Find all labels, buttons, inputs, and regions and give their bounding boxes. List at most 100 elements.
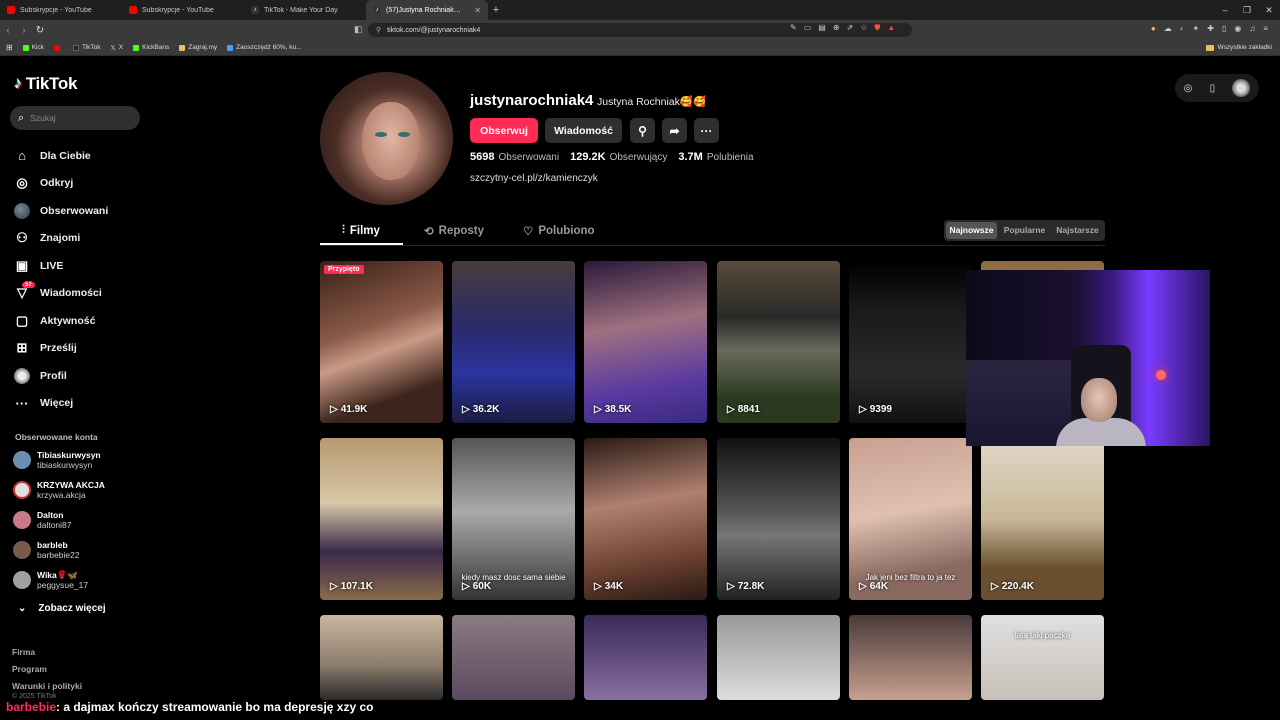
video-thumbnail[interactable]: ▷ 36.2K — [452, 261, 575, 423]
extension-icon[interactable]: ● — [1151, 24, 1156, 33]
bio-link[interactable]: szczytny-cel.pl/z/kamienczyk — [470, 173, 598, 184]
tab-reposts[interactable]: ⟲ Reposty — [424, 224, 484, 238]
sidebar-item-profile[interactable]: Profil — [14, 362, 108, 390]
bookmark-item[interactable]: KickBans — [133, 44, 169, 51]
sidebar-item-for-you[interactable]: ⌂ Dla Ciebie — [14, 142, 108, 170]
sidebar-item-messages[interactable]: ▽ 57 Wiadomości — [14, 280, 108, 308]
zoom-icon[interactable]: ⊕ — [833, 23, 840, 33]
compass-icon: ◎ — [16, 175, 28, 191]
tiktok-logo[interactable]: ♪ TikTok — [14, 74, 77, 94]
stat-followers[interactable]: 129.2K Obserwujący — [570, 151, 667, 163]
followed-account[interactable]: KRZYWA AKCJA krzywa.akcja — [13, 480, 105, 500]
video-thumbnail[interactable]: ▷ 8841 — [717, 261, 840, 423]
video-thumbnail[interactable]: ▷ 34K — [584, 438, 707, 600]
reader-icon[interactable]: ▤ — [818, 23, 826, 33]
phone-icon[interactable]: ▯ — [1210, 83, 1216, 94]
sidebar-item-explore[interactable]: ◎ Odkryj — [14, 170, 108, 198]
footer-link[interactable]: Program — [12, 661, 82, 678]
site-info-icon[interactable]: ⚲ — [376, 26, 381, 34]
video-thumbnail[interactable] — [717, 615, 840, 700]
rewards-icon[interactable]: ▲ — [887, 23, 895, 33]
video-thumbnail[interactable] — [320, 615, 443, 700]
stat-likes: 3.7M Polubienia — [678, 151, 754, 163]
add-friend-button[interactable]: ⚲ — [630, 118, 655, 143]
sort-oldest[interactable]: Najstarsze — [1052, 222, 1103, 239]
new-tab-button[interactable]: + — [488, 4, 504, 16]
sort-selector: Najnowsze Popularne Najstarsze — [944, 220, 1105, 241]
extension-icon[interactable]: ☁ — [1164, 24, 1172, 33]
minimize-icon[interactable]: – — [1214, 0, 1236, 20]
followed-account[interactable]: Dalton daltoni87 — [13, 510, 72, 530]
more-options-button[interactable]: ··· — [694, 118, 719, 143]
video-thumbnail[interactable]: ▷ 72.8K — [717, 438, 840, 600]
profile-icon[interactable]: ◉ — [1234, 24, 1241, 33]
menu-icon[interactable]: ≡ — [1263, 24, 1268, 33]
video-thumbnail[interactable] — [849, 615, 972, 700]
browser-tab[interactable]: Subskrypcje - YouTube — [0, 0, 122, 20]
video-thumbnail[interactable]: ▷ 220.4K — [981, 438, 1104, 600]
sidebar-item-following[interactable]: Obserwowani — [14, 197, 108, 225]
browser-tab-active[interactable]: ♪ (57)Justyna Rochniak🥰🥰 (@ju ✕ — [366, 0, 488, 20]
video-thumbnail[interactable]: ▷ 107.1K — [320, 438, 443, 600]
browser-tab-title: (57)Justyna Rochniak🥰🥰 (@ju — [386, 7, 470, 14]
bookmark-item[interactable]: 𝕏X — [111, 44, 124, 52]
see-more-button[interactable]: ⌄ Zobacz więcej — [18, 603, 106, 614]
tab-videos[interactable]: ⫶ Filmy — [342, 224, 380, 237]
stat-following[interactable]: 5698 Obserwowani — [470, 151, 559, 163]
user-avatar[interactable] — [1232, 79, 1251, 97]
share-icon[interactable]: ⇗ — [847, 23, 854, 33]
sidebar-item-more[interactable]: ··· Więcej — [14, 390, 108, 418]
back-icon[interactable]: ‹ — [0, 25, 16, 36]
sidebar-item-live[interactable]: ▣ LIVE — [14, 252, 108, 280]
video-thumbnail[interactable] — [584, 615, 707, 700]
all-bookmarks-button[interactable]: Wszystkie zakładki — [1206, 44, 1272, 51]
brave-shield-icon[interactable]: ⛊ — [874, 23, 880, 33]
sidebar-item-upload[interactable]: ⊞ Prześlij — [14, 335, 108, 363]
apps-grid-icon[interactable]: ⊞ — [6, 43, 13, 52]
reload-icon[interactable]: ↻ — [32, 25, 48, 36]
video-thumbnail[interactable] — [452, 615, 575, 700]
video-thumbnail[interactable]: ▷ 38.5K — [584, 261, 707, 423]
music-icon[interactable]: ♫ — [1249, 24, 1255, 33]
translate-icon[interactable]: ✎ — [790, 23, 797, 33]
tab-liked[interactable]: ♡ Polubiono — [523, 224, 595, 238]
follow-button[interactable]: Obserwuj — [470, 118, 538, 143]
followed-account[interactable]: Tibiaskurwysyn tibiaskurwysyn — [13, 450, 101, 470]
followed-account[interactable]: Wika🌹🦋 peggysue_17 — [13, 570, 88, 590]
avatar — [13, 511, 31, 529]
bookmark-item[interactable]: TikTok — [72, 44, 101, 51]
video-thumbnail[interactable]: Przypięto ▷ 41.9K — [320, 261, 443, 423]
restore-icon[interactable]: ❐ — [1236, 0, 1258, 20]
extension-icon[interactable]: ◐ — [1180, 24, 1185, 33]
compass-icon[interactable]: ◎ — [1184, 83, 1193, 94]
followed-account[interactable]: barbleb barbebie22 — [13, 540, 80, 560]
bookmark-item[interactable]: Zagraj.my — [179, 44, 217, 51]
video-thumbnail[interactable]: Jak jeni bez filtra to ja tez ▷ 64K — [849, 438, 972, 600]
close-tab-icon[interactable]: ✕ — [474, 6, 481, 15]
browser-tab[interactable]: ♪ TikTok - Make Your Day — [244, 0, 366, 20]
share-button[interactable]: ➦ — [662, 118, 687, 143]
close-window-icon[interactable]: ✕ — [1258, 0, 1280, 20]
message-button[interactable]: Wiadomość — [545, 118, 622, 143]
star-icon[interactable]: ☆ — [860, 23, 867, 33]
sort-popular[interactable]: Popularne — [999, 222, 1050, 239]
extensions-puzzle-icon[interactable]: ✚ — [1207, 24, 1214, 33]
sidebar-item-friends[interactable]: ⚇ Znajomi — [14, 225, 108, 253]
play-icon: ▷ — [330, 581, 338, 592]
sort-newest[interactable]: Najnowsze — [946, 222, 997, 239]
search-input[interactable]: ⌕ Szukaj — [10, 106, 140, 130]
extension-icon[interactable]: ✦ — [1193, 24, 1200, 33]
video-thumbnail[interactable]: ▷ 9399 — [849, 261, 972, 423]
bookmark-item[interactable]: Kick — [22, 44, 44, 51]
sidebar-toggle-icon[interactable]: ▯ — [1222, 24, 1226, 33]
video-thumbnail[interactable]: kiedy masz dosc sama siebie ▷ 60K — [452, 438, 575, 600]
bookmark-item[interactable]: Zaoszczędź 60%, ku... — [227, 44, 302, 51]
video-thumbnail[interactable]: lata taki paczke — [981, 615, 1104, 700]
footer-link[interactable]: Firma — [12, 644, 82, 661]
forward-icon[interactable]: › — [16, 25, 32, 36]
browser-tab[interactable]: Subskrypcje - YouTube — [122, 0, 244, 20]
bookmark-icon[interactable]: ◧ — [354, 24, 363, 35]
bookmark-item[interactable] — [53, 44, 63, 51]
sidebar-item-activity[interactable]: ▢ Aktywność — [14, 307, 108, 335]
cast-icon[interactable]: ▭ — [804, 23, 812, 33]
